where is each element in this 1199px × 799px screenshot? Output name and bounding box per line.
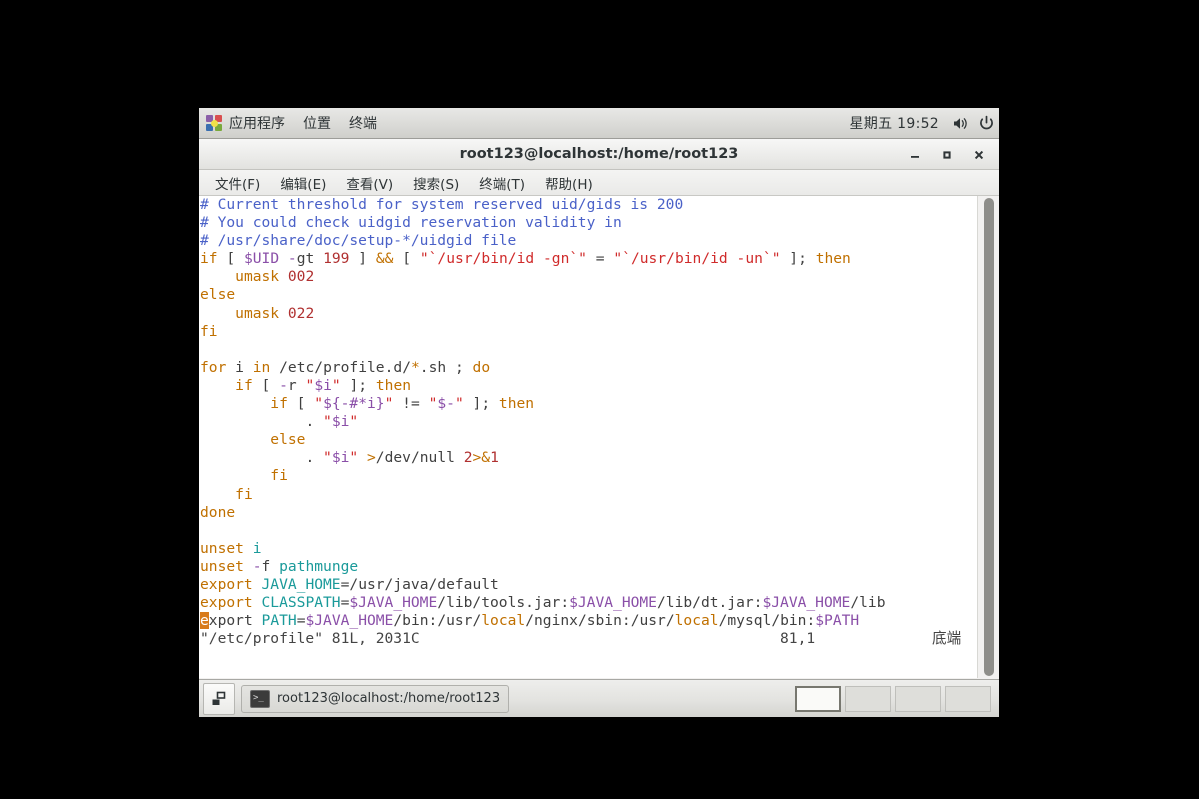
- workspace-3[interactable]: [895, 685, 941, 712]
- panel-menu-terminal[interactable]: 终端: [340, 108, 386, 138]
- panel-menu-terminal-label: 终端: [349, 116, 377, 132]
- vim-buffer-line: export CLASSPATH=$JAVA_HOME/lib/tools.ja…: [200, 594, 886, 612]
- vim-cursor: e: [200, 612, 209, 630]
- gnome-applications-icon: [206, 114, 223, 132]
- close-icon[interactable]: [963, 139, 995, 170]
- taskbar-window-button[interactable]: root123@localhost:/home/root123: [241, 684, 510, 713]
- vim-buffer-line: done: [200, 503, 236, 521]
- menu-help[interactable]: 帮助(H): [535, 171, 603, 195]
- menu-edit[interactable]: 编辑(E): [270, 171, 336, 195]
- vim-buffer-line: export PATH=$JAVA_HOME/bin:/usr/local/ng…: [200, 612, 860, 630]
- vim-buffer-line: . "$i": [305, 413, 359, 431]
- vim-buffer-line: # You could check uidgid reservation val…: [200, 214, 622, 232]
- menu-search[interactable]: 搜索(S): [403, 171, 469, 195]
- taskbar-window-label: root123@localhost:/home/root123: [277, 691, 501, 706]
- workspace-1[interactable]: [795, 685, 841, 712]
- vim-buffer-line: for i in /etc/profile.d/*.sh ; do: [200, 358, 491, 376]
- vim-buffer-line: umask 022: [235, 304, 315, 322]
- window-controls: [899, 139, 995, 170]
- terminal-scrollbar[interactable]: [977, 196, 999, 678]
- vim-buffer-line: else: [200, 286, 236, 304]
- menu-terminal[interactable]: 终端(T): [469, 171, 535, 195]
- vim-buffer-line: fi: [270, 467, 288, 485]
- vim-status-line: "/etc/profile" 81L, 2031C 81,1 底端: [200, 630, 972, 678]
- terminal-scrollbar-thumb[interactable]: [984, 198, 994, 676]
- gnome-top-panel: 应用程序 位置 终端 星期五 19:52: [199, 108, 999, 139]
- vim-buffer[interactable]: # Current threshold for system reserved …: [200, 196, 972, 630]
- maximize-icon[interactable]: [931, 139, 963, 170]
- workspace-2[interactable]: [845, 685, 891, 712]
- terminal-menubar: 文件(F) 编辑(E) 查看(V) 搜索(S) 终端(T) 帮助(H): [199, 170, 999, 196]
- panel-menu-applications[interactable]: 应用程序: [199, 108, 294, 138]
- vim-buffer-line: fi: [235, 485, 253, 503]
- minimize-icon[interactable]: [899, 139, 931, 170]
- vim-buffer-line: [200, 341, 972, 359]
- menu-file[interactable]: 文件(F): [205, 171, 270, 195]
- vim-status-position: 81,1: [780, 630, 816, 647]
- vim-buffer-line: # Current threshold for system reserved …: [200, 196, 684, 213]
- vim-buffer-line: if [ "${-#*i}" != "$-" ]; then: [270, 395, 535, 413]
- panel-menu-applications-label: 应用程序: [229, 116, 285, 132]
- window-titlebar[interactable]: root123@localhost:/home/root123: [199, 139, 999, 170]
- panel-menu-places[interactable]: 位置: [294, 108, 340, 138]
- power-icon[interactable]: [973, 108, 999, 138]
- panel-menu-places-label: 位置: [303, 116, 331, 132]
- vim-buffer-line: . "$i" >/dev/null 2>&1: [305, 449, 499, 467]
- vim-buffer-line: unset -f pathmunge: [200, 557, 359, 575]
- volume-speaker-icon[interactable]: [947, 108, 973, 138]
- workspace-switcher[interactable]: [795, 685, 995, 712]
- screen: 应用程序 位置 终端 星期五 19:52 root123@localhost:/…: [0, 0, 1199, 799]
- vim-buffer-line: export JAVA_HOME=/usr/java/default: [200, 575, 499, 593]
- desktop: 应用程序 位置 终端 星期五 19:52 root123@localhost:/…: [199, 108, 999, 717]
- vim-buffer-line: umask 002: [235, 268, 315, 286]
- workspace-4[interactable]: [945, 685, 991, 712]
- vim-buffer-line: if [ -r "$i" ]; then: [235, 376, 412, 394]
- vim-buffer-line: if [ $UID -gt 199 ] && [ "`/usr/bin/id -…: [200, 250, 851, 268]
- vim-buffer-line: else: [270, 431, 306, 449]
- terminal-icon: [250, 689, 270, 708]
- vim-buffer-line: # /usr/share/doc/setup-*/uidgid file: [200, 232, 517, 250]
- vim-buffer-line: unset i: [200, 539, 262, 557]
- gnome-bottom-panel: root123@localhost:/home/root123: [199, 679, 999, 717]
- vim-buffer-line: [200, 522, 972, 540]
- vim-status-location: 底端: [932, 630, 962, 647]
- terminal-screen[interactable]: # Current threshold for system reserved …: [199, 196, 999, 678]
- panel-clock[interactable]: 星期五 19:52: [842, 113, 948, 133]
- window-title: root123@localhost:/home/root123: [459, 146, 739, 162]
- terminal-window: root123@localhost:/home/root123 文件(F) 编辑…: [199, 139, 999, 679]
- vim-status-file: "/etc/profile" 81L, 2031C: [200, 630, 420, 647]
- show-desktop-icon[interactable]: [203, 682, 235, 715]
- vim-buffer-line: fi: [200, 322, 218, 340]
- menu-view[interactable]: 查看(V): [336, 171, 403, 195]
